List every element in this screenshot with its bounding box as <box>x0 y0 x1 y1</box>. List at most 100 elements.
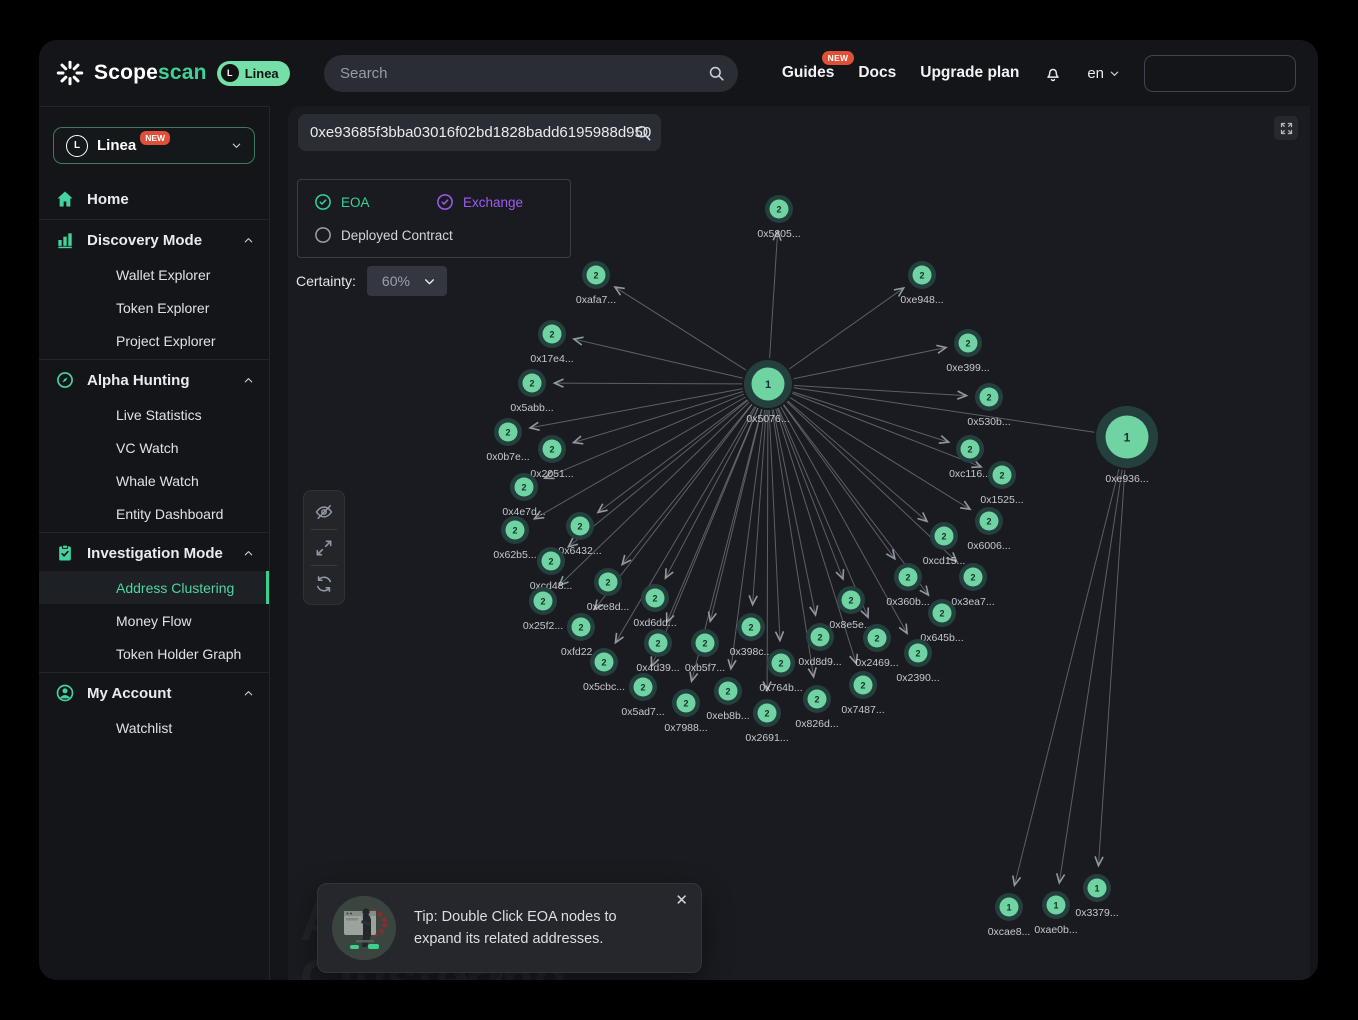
graph-node[interactable]: 20x7988... <box>664 689 707 734</box>
sidebar-item-whale-watch[interactable]: Whale Watch <box>39 464 269 497</box>
node-address-label: 0x5abb... <box>510 402 553 414</box>
node-count: 1 <box>1053 900 1058 910</box>
sidebar-item-watchlist[interactable]: Watchlist <box>39 711 269 744</box>
graph-node[interactable]: 20xcd15... <box>923 522 966 567</box>
graph-node[interactable]: 20x4d39... <box>636 629 679 674</box>
eye-off-button[interactable] <box>304 494 344 529</box>
graph-node[interactable]: 20x5805... <box>757 195 800 240</box>
graph-node[interactable]: 20x360b... <box>886 563 929 608</box>
graph-node[interactable]: 20x398c... <box>730 613 773 658</box>
graph-edge <box>1015 469 1119 885</box>
graph-node[interactable]: 20x17e4... <box>530 320 573 365</box>
graph-node[interactable]: 20xe399... <box>946 329 989 374</box>
close-icon[interactable]: ✕ <box>675 893 688 908</box>
graph-edge <box>667 408 758 622</box>
sidebar-divider <box>39 532 269 533</box>
graph-node[interactable]: 20xd6dd... <box>633 584 676 629</box>
graph-node[interactable]: 20x25f2... <box>523 587 563 632</box>
node-address-label: 0x2051... <box>530 468 573 480</box>
sidebar-item-live-statistics[interactable]: Live Statistics <box>39 398 269 431</box>
sidebar-item-home[interactable]: Home <box>39 181 269 217</box>
sidebar-item-token-explorer[interactable]: Token Explorer <box>39 291 269 324</box>
filter-eoa-label: EOA <box>341 195 370 210</box>
nav-guides[interactable]: GuidesNEW <box>782 64 835 82</box>
sidebar-item-entity-dashboard[interactable]: Entity Dashboard <box>39 497 269 530</box>
expand-button[interactable] <box>304 530 344 565</box>
graph-node[interactable]: 20x6006... <box>967 507 1010 552</box>
graph-node[interactable]: 10x5076... <box>744 360 792 425</box>
node-address-label: 0x7487... <box>841 704 884 716</box>
app-window: Scopescan L Linea GuidesNEWDocsUpgrade p… <box>39 40 1318 980</box>
node-address-label: 0x530b... <box>967 416 1010 428</box>
node-address-label: 0xae0b... <box>1034 924 1077 936</box>
graph-node[interactable]: 10x3379... <box>1075 874 1118 919</box>
graph-node[interactable]: 20xe948... <box>900 261 943 306</box>
node-count: 2 <box>848 595 853 605</box>
sidebar-item-vc-watch[interactable]: VC Watch <box>39 431 269 464</box>
graph-toolbar <box>303 490 345 605</box>
certainty-select[interactable]: 60% <box>367 266 447 296</box>
sidebar-item-project-explorer[interactable]: Project Explorer <box>39 324 269 357</box>
graph-node[interactable]: 20x5ad7... <box>621 673 664 718</box>
graph-node[interactable]: 10xe936... <box>1096 406 1158 485</box>
graph-edge <box>794 386 966 396</box>
graph-node[interactable]: 20xce8d... <box>587 568 630 613</box>
graph-edge <box>574 392 743 443</box>
graph-node[interactable]: 2 0x5abb... <box>510 369 553 414</box>
graph-node[interactable]: 10xcae8... <box>988 893 1031 938</box>
refresh-button[interactable] <box>304 566 344 601</box>
graph-edge <box>560 402 750 585</box>
graph-node[interactable]: 20x62b5... <box>493 516 536 561</box>
node-address-label: 0xe936... <box>1105 473 1148 485</box>
graph-node[interactable]: 20x2691... <box>745 699 788 744</box>
node-address-label: 0x2691... <box>745 732 788 744</box>
notifications-bell-icon[interactable] <box>1043 63 1063 83</box>
graph-node[interactable]: 20x0b7e... <box>486 418 529 463</box>
graph-edge <box>615 287 746 370</box>
graph-node[interactable]: 1 0xae0b... <box>1034 891 1077 936</box>
graph-node[interactable]: 20xeb8b... <box>706 677 749 722</box>
sidebar-item-discovery-mode[interactable]: Discovery Mode <box>39 222 269 258</box>
graph-node[interactable]: 20x530b... <box>967 383 1010 428</box>
global-search <box>324 55 738 92</box>
chevron-down-icon <box>231 140 242 151</box>
graph-node[interactable]: 20xb5f7... <box>685 629 725 674</box>
filter-eoa[interactable]: EOA <box>314 193 436 211</box>
network-selector[interactable]: L Linea NEW <box>53 127 255 164</box>
nav-label: Docs <box>858 64 896 81</box>
brand-name-secondary: scan <box>158 61 207 84</box>
sidebar-item-money-flow[interactable]: Money Flow <box>39 604 269 637</box>
nav-upgrade-plan[interactable]: Upgrade plan <box>920 64 1019 82</box>
global-search-input[interactable] <box>340 65 707 82</box>
wallet-connect-button[interactable] <box>1144 55 1296 92</box>
node-count: 2 <box>549 329 554 339</box>
graph-node[interactable]: 20xafa7... <box>576 261 616 306</box>
graph-node[interactable]: 20xc116... <box>949 435 991 480</box>
sidebar-item-token-holder-graph[interactable]: Token Holder Graph <box>39 637 269 670</box>
nav-docs[interactable]: Docs <box>858 64 896 82</box>
node-count: 2 <box>529 378 534 388</box>
graph-node[interactable]: 20x8e5e... <box>829 586 872 631</box>
graph-node[interactable]: 20x7487... <box>841 671 884 716</box>
address-input[interactable] <box>298 124 661 141</box>
sidebar-item-my-account[interactable]: My Account <box>39 675 269 711</box>
sidebar-item-alpha-hunting[interactable]: Alpha Hunting <box>39 362 269 398</box>
graph-node[interactable]: 20x2390... <box>896 639 939 684</box>
sidebar-item-address-clustering[interactable]: Address Clustering <box>39 571 269 604</box>
graph-node[interactable]: 20x6432... <box>558 512 601 557</box>
language-selector[interactable]: en <box>1087 65 1120 82</box>
node-count: 2 <box>776 204 781 214</box>
chevron-up-icon <box>243 375 254 386</box>
node-count: 1 <box>1094 883 1099 893</box>
filter-exchange[interactable]: Exchange <box>436 193 554 211</box>
search-icon <box>707 64 726 83</box>
sidebar-item-wallet-explorer[interactable]: Wallet Explorer <box>39 258 269 291</box>
filter-deployed-contract[interactable]: Deployed Contract <box>314 226 554 244</box>
node-count: 2 <box>778 658 783 668</box>
graph-node[interactable]: 20x2051... <box>530 435 573 480</box>
graph-node[interactable]: 20x3ea7... <box>951 563 994 608</box>
sidebar-item-investigation-mode[interactable]: Investigation Mode <box>39 535 269 571</box>
fullscreen-button[interactable] <box>1274 116 1298 140</box>
node-address-label: 0x6006... <box>967 540 1010 552</box>
graph-edge <box>770 232 778 358</box>
